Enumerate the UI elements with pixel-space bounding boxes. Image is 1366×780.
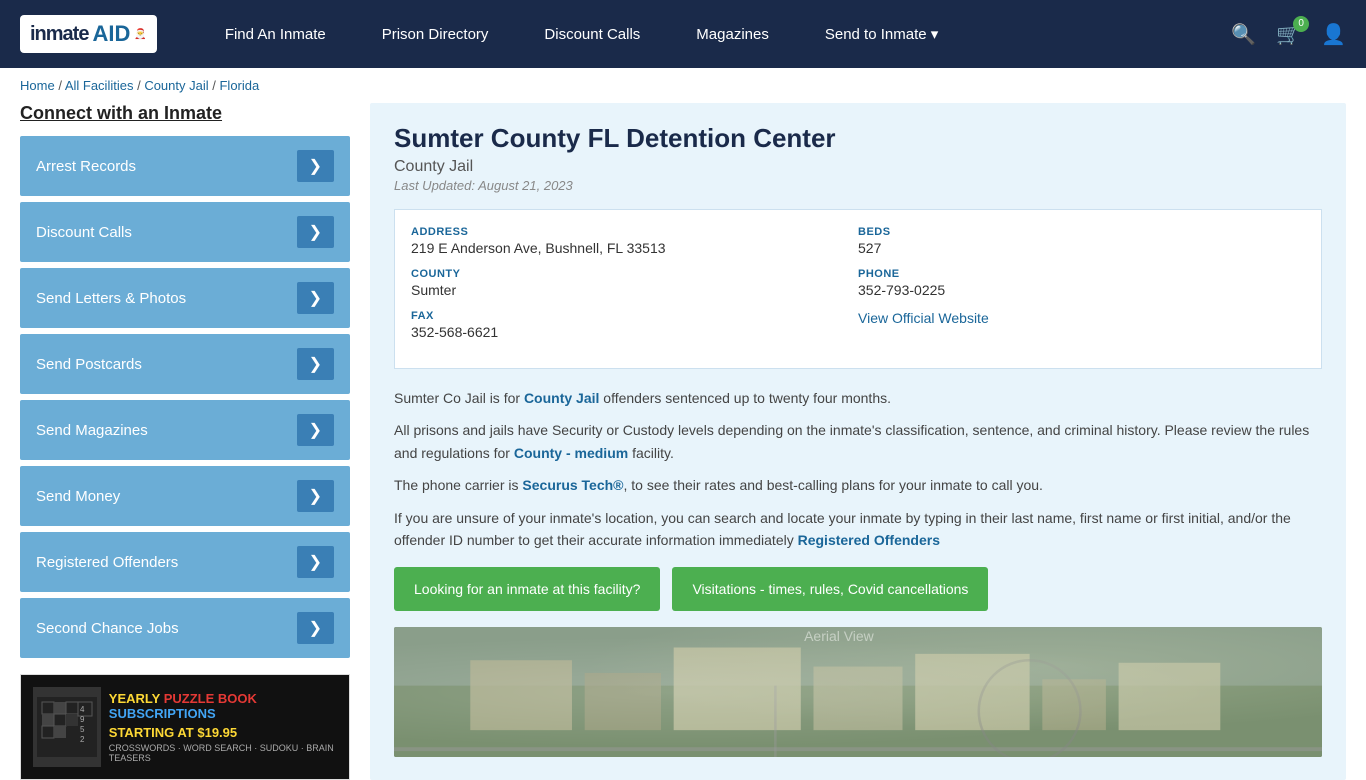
navbar-right: 🔍 🛒 0 👤	[1231, 22, 1346, 47]
ad-puzzle-image: 4 9 5 2	[33, 687, 101, 767]
sidebar-arrow-icon: ❯	[297, 348, 334, 380]
sidebar-label-registered-offenders: Registered Offenders	[36, 554, 178, 571]
desc-para-4: If you are unsure of your inmate's locat…	[394, 507, 1322, 552]
address-label: ADDRESS	[411, 226, 858, 238]
sidebar-ad[interactable]: 4 9 5 2 YEARLY PUZZLE BOOK SUBSCRIPTIONS…	[20, 674, 350, 780]
sidebar-label-send-letters: Send Letters & Photos	[36, 290, 186, 307]
phone-value: 352-793-0225	[858, 282, 1305, 298]
sidebar-item-arrest-records[interactable]: Arrest Records ❯	[20, 136, 350, 196]
county-medium-link[interactable]: County - medium	[514, 445, 628, 461]
beds-label: BEDS	[858, 226, 1305, 238]
action-buttons: Looking for an inmate at this facility? …	[394, 567, 1322, 611]
sidebar-label-send-money: Send Money	[36, 488, 120, 505]
phone-label: PHONE	[858, 268, 1305, 280]
user-icon[interactable]: 👤	[1321, 22, 1346, 47]
nav-find-inmate[interactable]: Find An Inmate	[197, 0, 354, 68]
navbar: inmate AID 🎅 Find An Inmate Prison Direc…	[0, 0, 1366, 68]
desc-para-3: The phone carrier is Securus Tech®, to s…	[394, 474, 1322, 496]
address-info: ADDRESS 219 E Anderson Ave, Bushnell, FL…	[411, 226, 858, 256]
cart-wrapper: 🛒 0	[1276, 22, 1301, 47]
address-value: 219 E Anderson Ave, Bushnell, FL 33513	[411, 240, 858, 256]
sidebar-item-discount-calls[interactable]: Discount Calls ❯	[20, 202, 350, 262]
sidebar-item-send-magazines[interactable]: Send Magazines ❯	[20, 400, 350, 460]
ad-title: YEARLY PUZZLE BOOK	[109, 691, 337, 706]
county-value: Sumter	[411, 282, 858, 298]
sidebar-label-arrest-records: Arrest Records	[36, 158, 136, 175]
sidebar-label-discount-calls: Discount Calls	[36, 224, 132, 241]
sidebar: Connect with an Inmate Arrest Records ❯ …	[20, 103, 350, 780]
registered-offenders-link[interactable]: Registered Offenders	[798, 532, 940, 548]
beds-info: BEDS 527	[858, 226, 1305, 256]
nav-prison-directory[interactable]: Prison Directory	[354, 0, 517, 68]
desc-para-2: All prisons and jails have Security or C…	[394, 419, 1322, 464]
county-jail-link[interactable]: County Jail	[524, 390, 599, 406]
sidebar-arrow-icon: ❯	[297, 150, 334, 182]
nav-send-to-inmate[interactable]: Send to Inmate ▾	[797, 0, 966, 68]
beds-value: 527	[858, 240, 1305, 256]
facility-description: Sumter Co Jail is for County Jail offend…	[394, 387, 1322, 551]
svg-text:2: 2	[80, 735, 85, 744]
sidebar-label-second-chance-jobs: Second Chance Jobs	[36, 620, 179, 637]
logo-aid: AID	[92, 21, 130, 47]
sidebar-label-send-postcards: Send Postcards	[36, 356, 142, 373]
county-info: COUNTY Sumter	[411, 268, 858, 298]
nav-discount-calls[interactable]: Discount Calls	[516, 0, 668, 68]
logo-text: inmate	[30, 23, 88, 46]
facility-title: Sumter County FL Detention Center	[394, 123, 1322, 154]
photo-overlay	[394, 627, 1322, 757]
phone-info: PHONE 352-793-0225	[858, 268, 1305, 298]
main-nav: Find An Inmate Prison Directory Discount…	[197, 0, 1231, 68]
logo[interactable]: inmate AID 🎅	[20, 15, 157, 53]
sidebar-arrow-icon: ❯	[297, 480, 334, 512]
facility-info-grid: ADDRESS 219 E Anderson Ave, Bushnell, FL…	[394, 209, 1322, 369]
county-label: COUNTY	[411, 268, 858, 280]
ad-text: YEARLY PUZZLE BOOK SUBSCRIPTIONS STARTIN…	[109, 691, 337, 763]
sidebar-item-send-letters[interactable]: Send Letters & Photos ❯	[20, 268, 350, 328]
sidebar-label-send-magazines: Send Magazines	[36, 422, 148, 439]
visitations-button[interactable]: Visitations - times, rules, Covid cancel…	[672, 567, 988, 611]
logo-hat-icon: 🎅	[134, 29, 146, 40]
sidebar-arrow-icon: ❯	[297, 414, 334, 446]
ad-price: STARTING AT $19.95	[109, 725, 337, 740]
nav-magazines[interactable]: Magazines	[668, 0, 797, 68]
find-inmate-button[interactable]: Looking for an inmate at this facility?	[394, 567, 660, 611]
facility-photo: Aerial View	[394, 627, 1322, 757]
securus-link[interactable]: Securus Tech®	[522, 477, 623, 493]
desc-para-1: Sumter Co Jail is for County Jail offend…	[394, 387, 1322, 409]
sidebar-arrow-icon: ❯	[297, 282, 334, 314]
facility-updated: Last Updated: August 21, 2023	[394, 178, 1322, 193]
breadcrumb: Home / All Facilities / County Jail / Fl…	[0, 68, 1366, 103]
svg-text:4: 4	[80, 705, 85, 714]
sidebar-item-send-money[interactable]: Send Money ❯	[20, 466, 350, 526]
cart-badge: 0	[1293, 16, 1309, 32]
facility-content: Sumter County FL Detention Center County…	[370, 103, 1346, 780]
search-icon[interactable]: 🔍	[1231, 22, 1256, 47]
website-info: View Official Website	[858, 310, 1305, 340]
sidebar-item-second-chance-jobs[interactable]: Second Chance Jobs ❯	[20, 598, 350, 658]
breadcrumb-home[interactable]: Home	[20, 78, 55, 93]
breadcrumb-county-jail[interactable]: County Jail	[144, 78, 208, 93]
ad-subscriptions: SUBSCRIPTIONS	[109, 706, 337, 721]
view-official-website-link[interactable]: View Official Website	[858, 310, 989, 326]
sidebar-title: Connect with an Inmate	[20, 103, 350, 124]
breadcrumb-all-facilities[interactable]: All Facilities	[65, 78, 134, 93]
breadcrumb-florida[interactable]: Florida	[219, 78, 259, 93]
fax-info: FAX 352-568-6621	[411, 310, 858, 340]
svg-text:9: 9	[80, 715, 85, 724]
fax-value: 352-568-6621	[411, 324, 858, 340]
fax-label: FAX	[411, 310, 858, 322]
ad-desc: CROSSWORDS · WORD SEARCH · SUDOKU · BRAI…	[109, 743, 337, 763]
svg-text:5: 5	[80, 725, 85, 734]
sidebar-item-send-postcards[interactable]: Send Postcards ❯	[20, 334, 350, 394]
sidebar-arrow-icon: ❯	[297, 546, 334, 578]
sidebar-arrow-icon: ❯	[297, 216, 334, 248]
sidebar-item-registered-offenders[interactable]: Registered Offenders ❯	[20, 532, 350, 592]
sidebar-arrow-icon: ❯	[297, 612, 334, 644]
main-container: Connect with an Inmate Arrest Records ❯ …	[0, 103, 1366, 780]
facility-type: County Jail	[394, 158, 1322, 176]
